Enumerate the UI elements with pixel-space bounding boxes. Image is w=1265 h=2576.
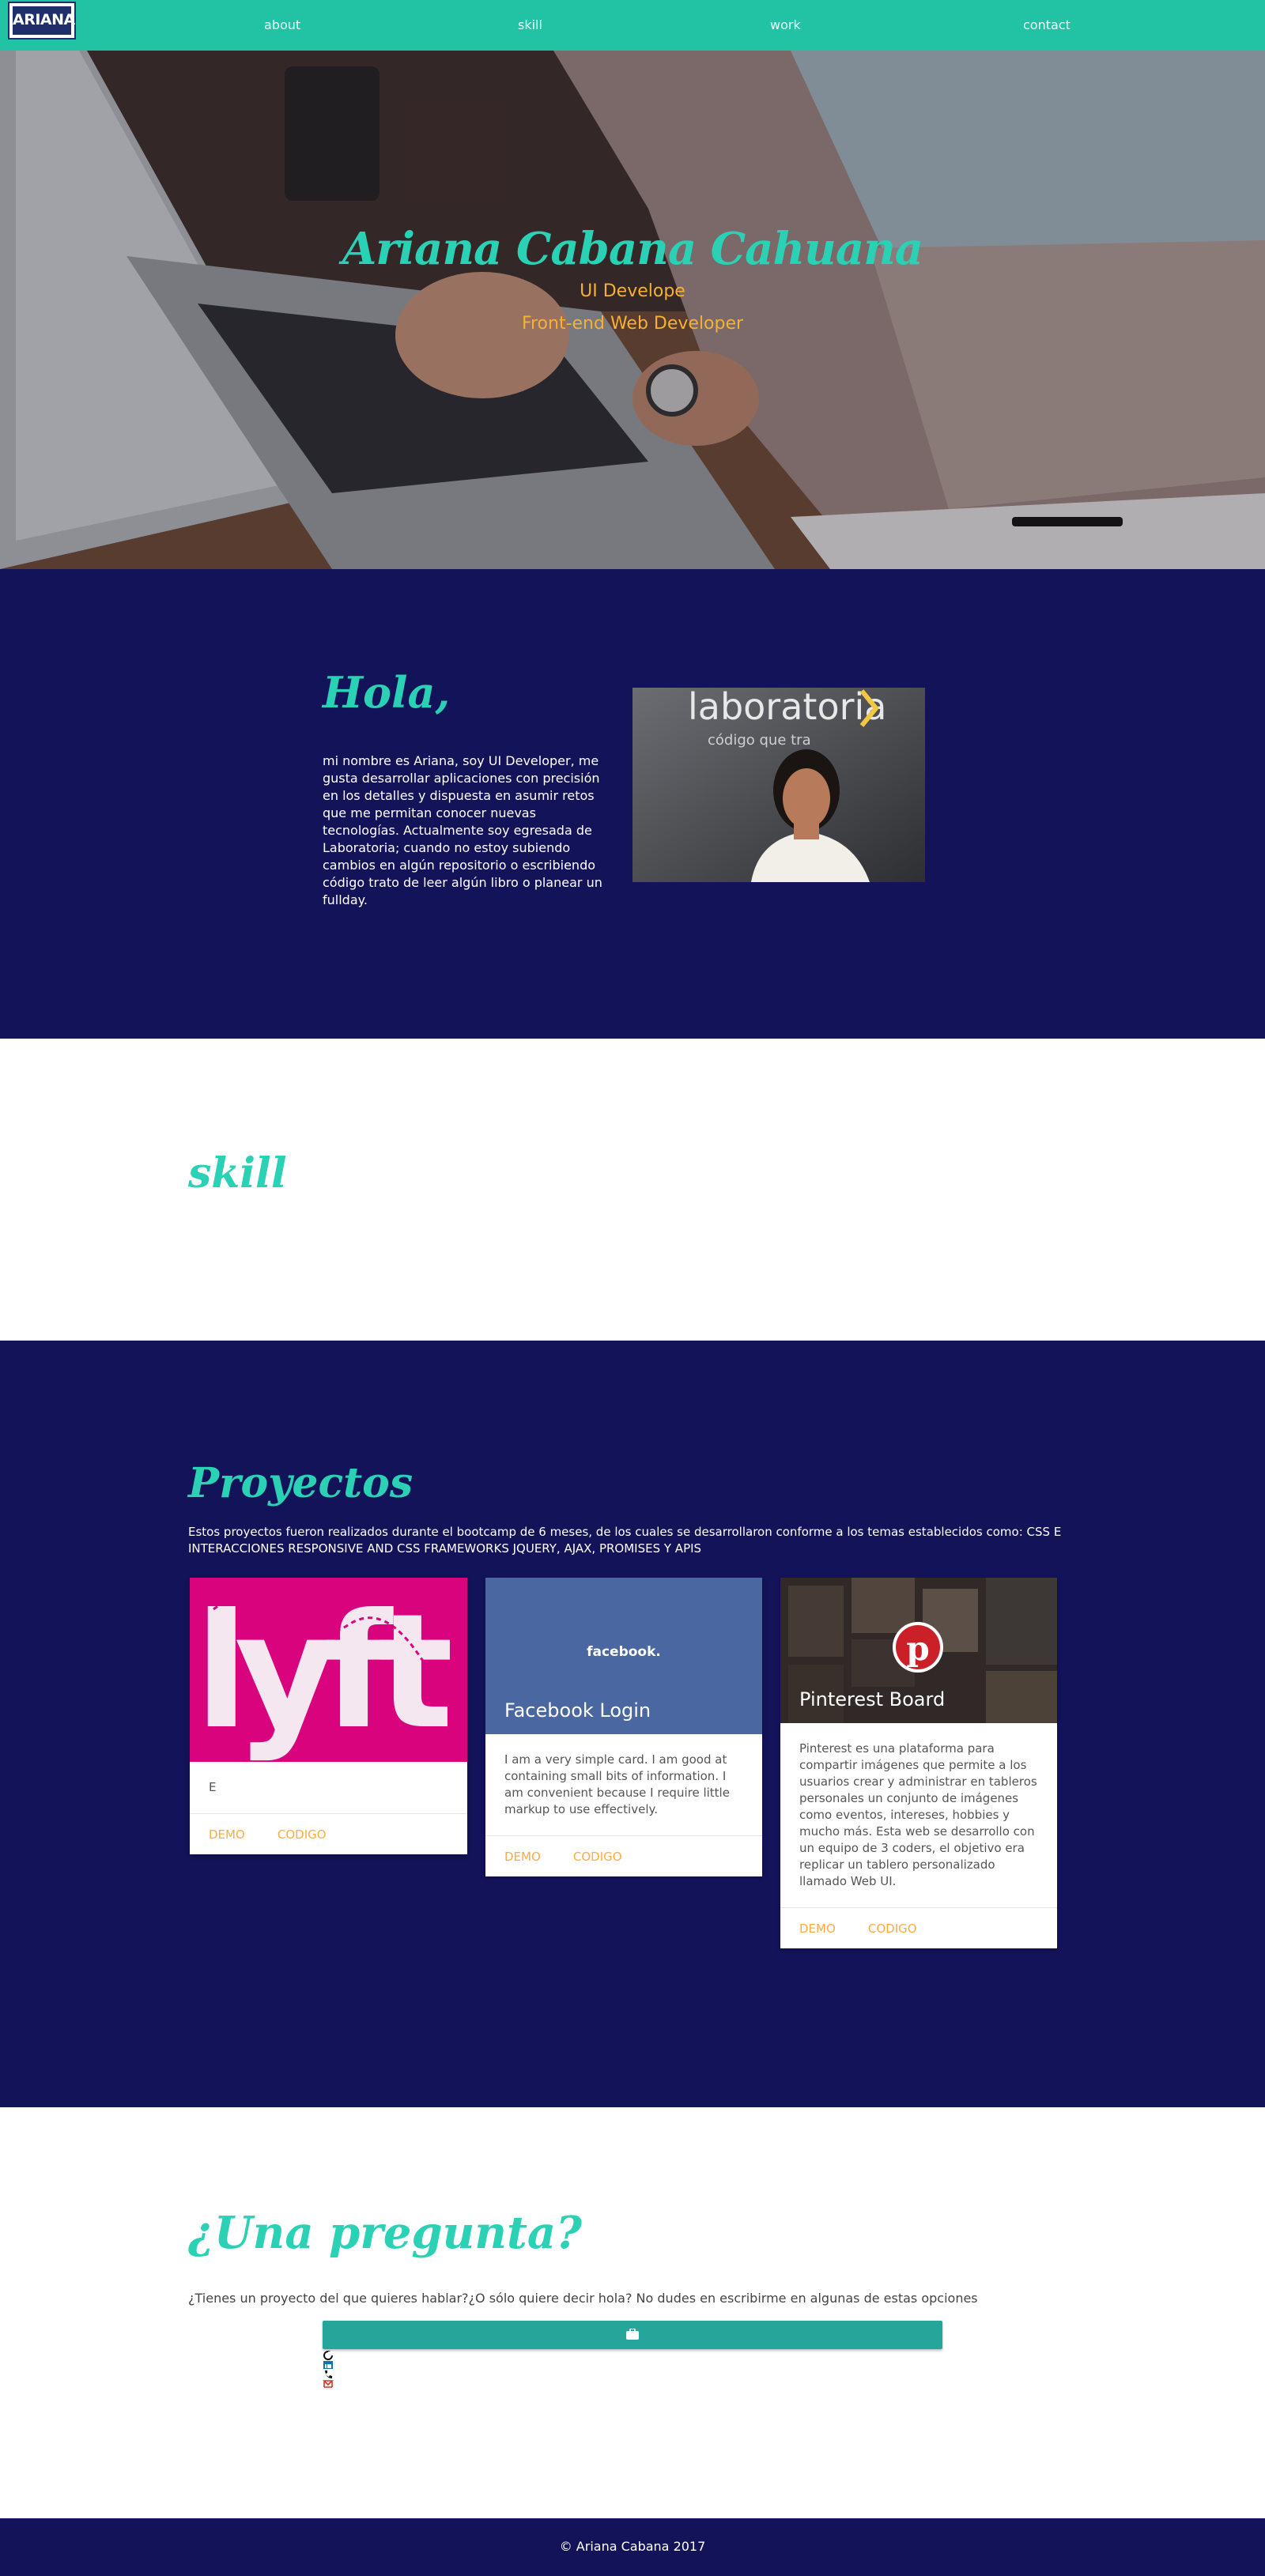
hero-background-image	[0, 51, 1265, 569]
footer-copyright: © Ariana Cabana 2017	[559, 2539, 706, 2554]
linkedin-icon[interactable]	[323, 2360, 334, 2370]
facebook-code-link[interactable]: CODIGO	[573, 1850, 622, 1864]
site-logo[interactable]: ARIANA	[8, 2, 76, 40]
briefcase-icon	[626, 2329, 639, 2340]
contact-icon-list	[323, 2351, 338, 2389]
hero-subtitle-role: UI Develope	[580, 281, 685, 301]
projects-description: Estos proyectos fueron realizados durant…	[188, 1525, 1062, 1556]
facebook-card-text: I am a very simple card. I am good at co…	[504, 1752, 730, 1816]
contact-description: ¿Tienes un proyecto del que quieres habl…	[188, 2291, 978, 2306]
pinterest-code-link[interactable]: CODIGO	[868, 1922, 917, 1936]
facebook-logo-text: facebook.	[587, 1644, 661, 1660]
facebook-card-title: Facebook Login	[504, 1699, 651, 1722]
lyft-card-actions: DEMO CODIGO	[190, 1813, 467, 1854]
project-card-facebook: facebook. Facebook Login I am a very sim…	[485, 1578, 762, 1876]
svg-text:lyft: lyft	[194, 1580, 451, 1762]
pinterest-card-actions: DEMO CODIGO	[780, 1907, 1057, 1948]
contact-section: ¿Una pregunta? ¿Tienes un proyecto del q…	[0, 2107, 1265, 2518]
pinterest-card-title: Pinterest Board	[799, 1688, 946, 1710]
project-card-pinterest: p Pinterest Board Pinterest es una plata…	[780, 1578, 1057, 1948]
svg-text:laboratoria: laboratoria	[688, 688, 886, 728]
logo-text: ARIANA	[13, 6, 75, 35]
hero-title: Ariana Cabana Cahuana	[342, 223, 923, 275]
lyft-logo-image: lyft	[190, 1578, 467, 1762]
about-text: mi nombre es Ariana, soy UI Developer, m…	[323, 753, 602, 907]
facebook-card-actions: DEMO CODIGO	[485, 1835, 762, 1876]
github-icon[interactable]	[323, 2351, 334, 2360]
skill-heading: skill	[188, 1149, 287, 1197]
hero-subtitle-description: Front-end Web Developer	[521, 314, 744, 334]
pinterest-card-image: p Pinterest Board	[780, 1578, 1057, 1723]
pinterest-card-text: Pinterest es una plataforma para compart…	[799, 1741, 1037, 1888]
email-icon[interactable]	[323, 2379, 334, 2389]
profile-photo: laboratoria código que tra	[632, 688, 925, 882]
nav-link-skill[interactable]: skill	[518, 17, 542, 32]
facebook-demo-link[interactable]: DEMO	[504, 1850, 541, 1864]
nav-link-contact[interactable]: contact	[1023, 17, 1071, 32]
svg-text:p: p	[906, 1629, 929, 1668]
footer: © Ariana Cabana 2017	[0, 2518, 1265, 2576]
lyft-card-text: E	[209, 1780, 217, 1794]
contact-button[interactable]	[323, 2321, 942, 2349]
lyft-code-link[interactable]: CODIGO	[278, 1827, 327, 1842]
hero-section: Ariana Cabana Cahuana UI Develope Front-…	[0, 51, 1265, 569]
facebook-card-image: facebook. Facebook Login	[485, 1578, 762, 1734]
pinterest-demo-link[interactable]: DEMO	[799, 1922, 836, 1936]
nav-link-work[interactable]: work	[770, 17, 801, 32]
contact-heading: ¿Una pregunta?	[188, 2207, 582, 2259]
svg-text:código que tra: código que tra	[708, 732, 811, 749]
lyft-demo-link[interactable]: DEMO	[209, 1827, 245, 1842]
projects-heading: Proyectos	[188, 1459, 413, 1507]
skill-section: skill	[0, 1039, 1265, 1341]
top-navbar: ARIANA about skill work contact	[0, 0, 1265, 51]
about-section: Hola, mi nombre es Ariana, soy UI Develo…	[0, 569, 1265, 1039]
about-heading: Hola,	[323, 667, 451, 718]
projects-section: Proyectos Estos proyectos fueron realiza…	[0, 1341, 1265, 2107]
nav-link-about[interactable]: about	[264, 17, 300, 32]
phone-icon[interactable]	[323, 2370, 334, 2379]
project-card-lyft: lyft E DEMO CODIGO	[190, 1578, 467, 1854]
